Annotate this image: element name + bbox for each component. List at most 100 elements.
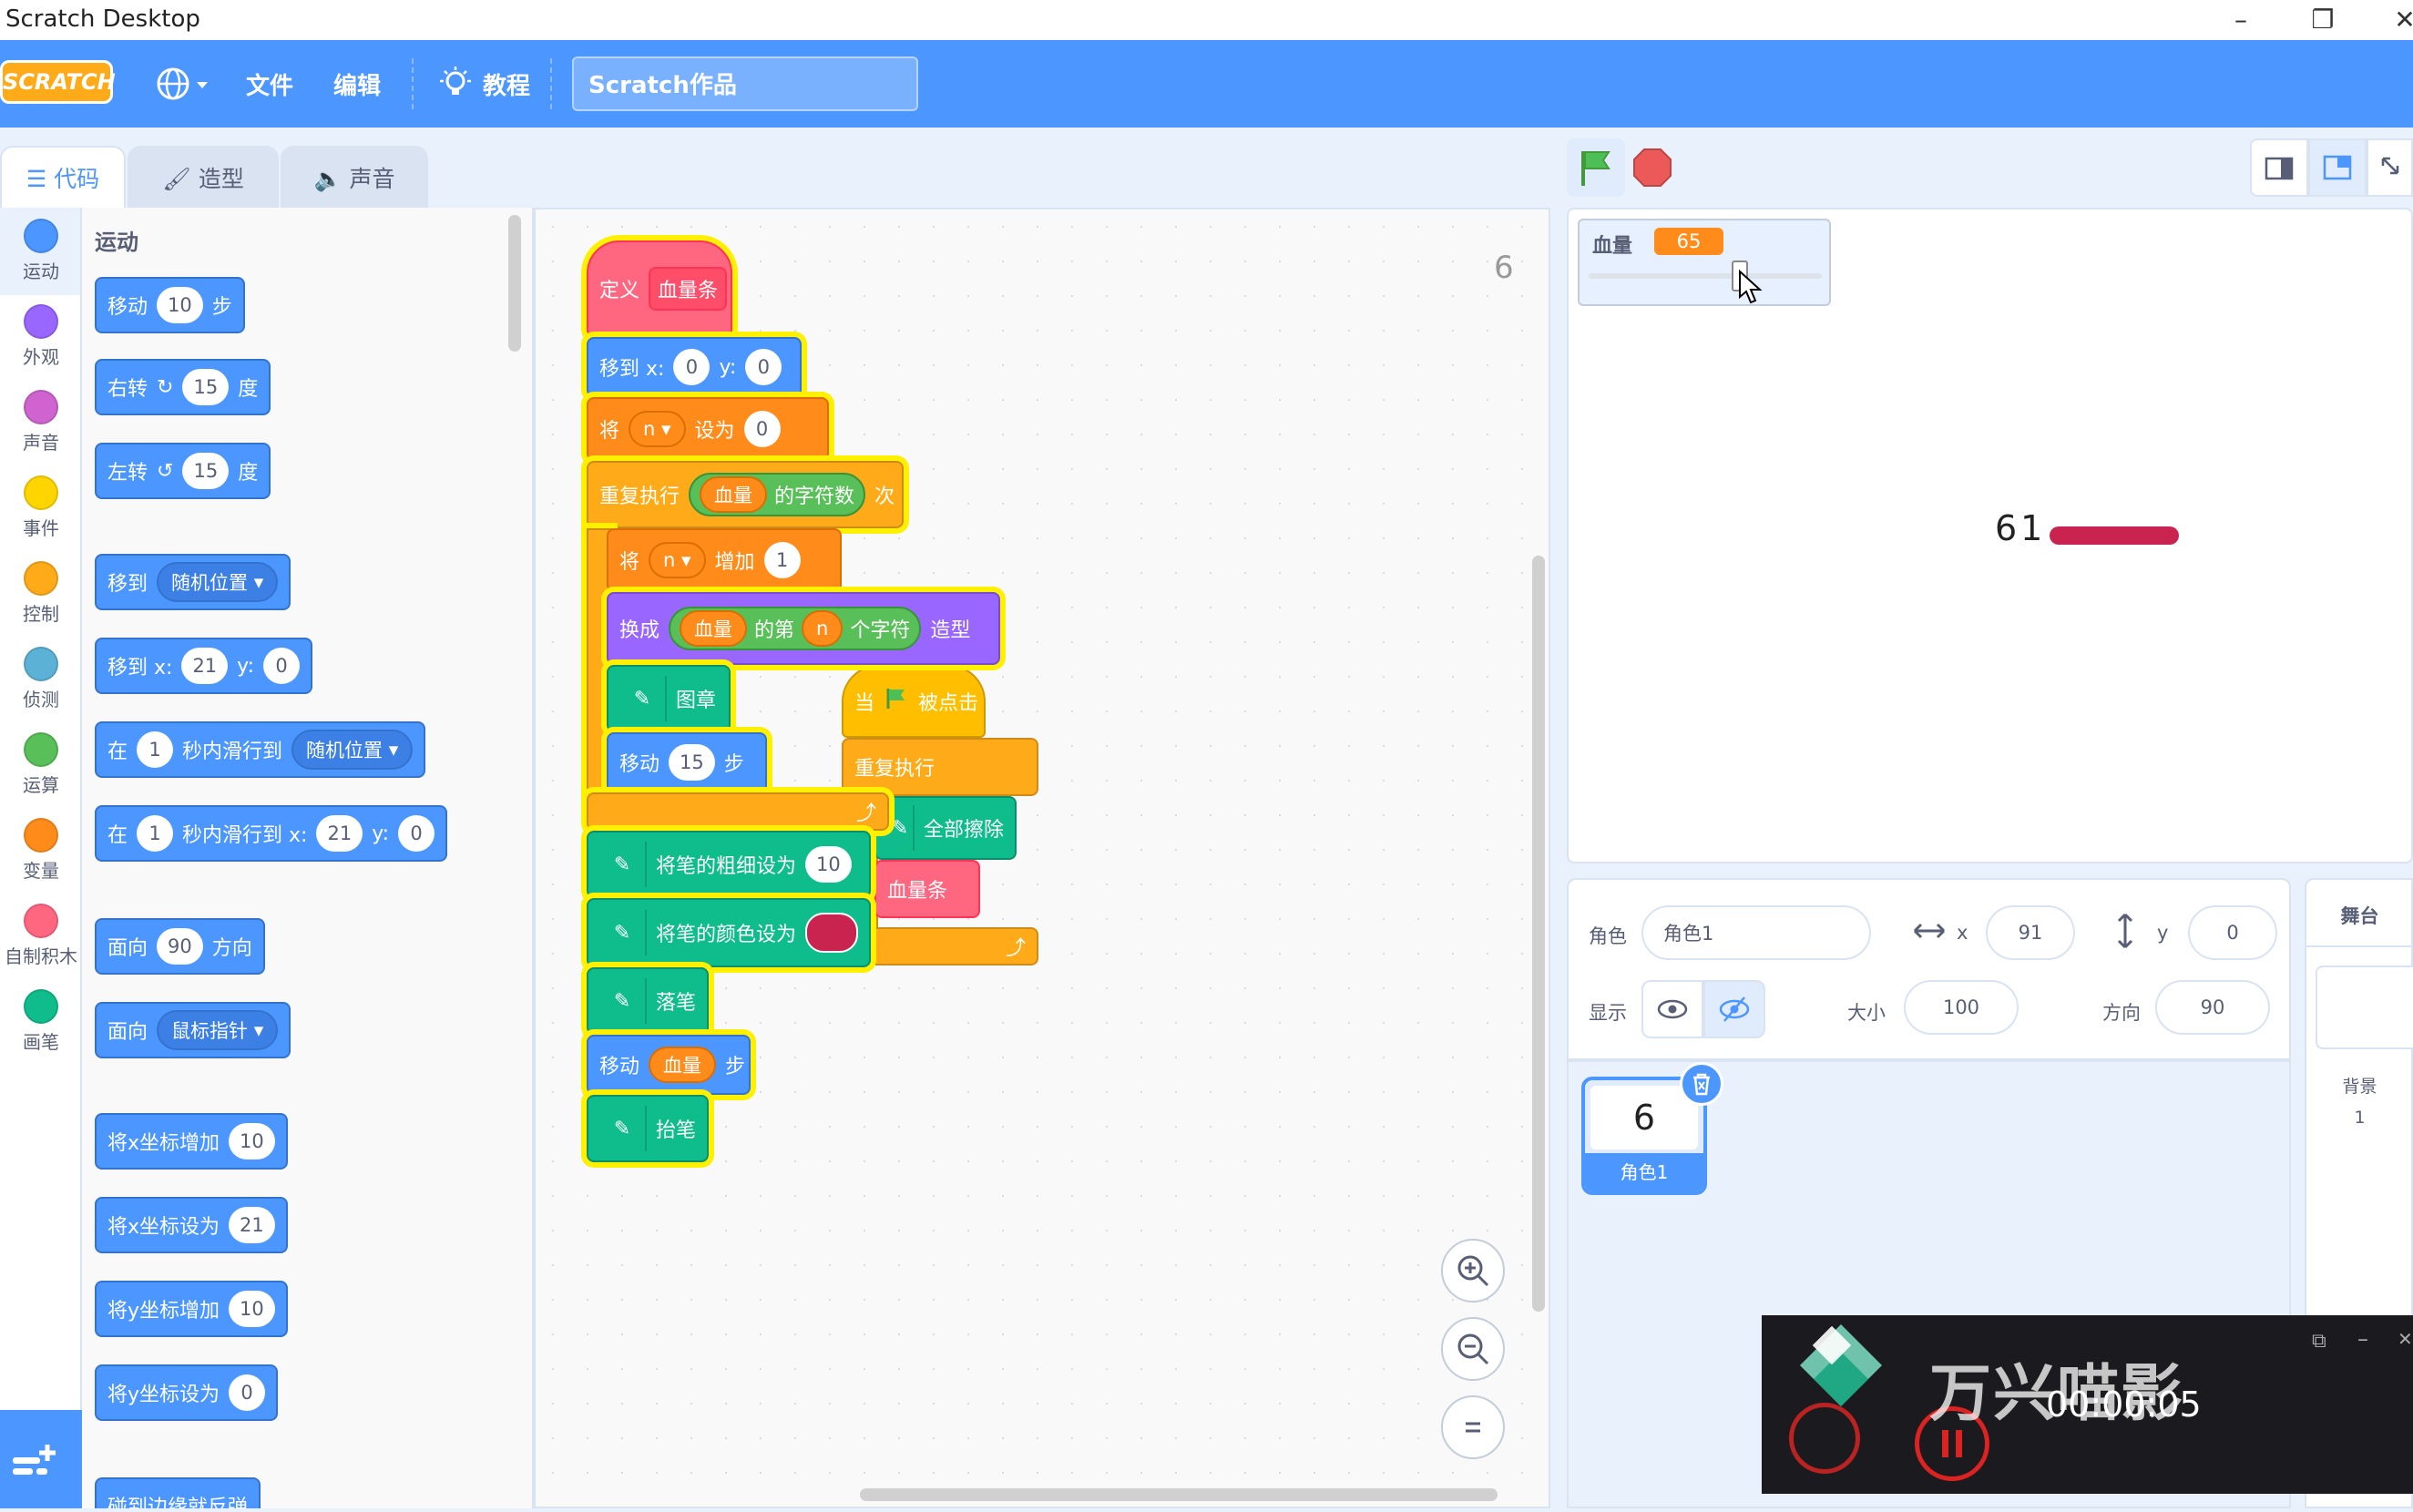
project-title-input[interactable]: Scratch作品 — [572, 56, 918, 111]
repeat-block[interactable]: 重复执行 血量 的字符数 次 — [587, 461, 904, 528]
block-input[interactable]: 1 — [137, 731, 174, 768]
workspace-vertical-scrollbar[interactable] — [1532, 556, 1545, 1312]
close-button[interactable]: ✕ — [2377, 4, 2413, 36]
small-stage-button[interactable] — [2250, 138, 2308, 197]
block-input[interactable]: 1 — [137, 815, 174, 852]
pen-down-block[interactable]: ✎ 落笔 — [587, 967, 709, 1035]
direction-input[interactable]: 90 — [2155, 980, 2270, 1035]
variable-monitor[interactable]: 血量 65 — [1578, 219, 1831, 306]
block-set-y[interactable]: 将y坐标设为 0 — [95, 1364, 279, 1421]
variable-reporter[interactable]: 血量 — [680, 610, 748, 647]
letter-of-operator[interactable]: 血量 的第 n 个字符 — [669, 607, 922, 650]
set-variable-block[interactable]: 将 n ▾ 设为 0 — [587, 397, 829, 461]
file-menu[interactable]: 文件 — [246, 67, 293, 101]
pen-clear-block[interactable]: ✎ 全部擦除 — [874, 796, 1017, 860]
block-input[interactable]: 15 — [182, 453, 230, 489]
block-glide-xy[interactable]: 在 1 秒内滑行到 x: 21 y: 0 — [95, 805, 448, 862]
language-globe-icon[interactable] — [155, 64, 210, 107]
variable-dropdown[interactable]: n ▾ — [629, 411, 686, 447]
block-glide[interactable]: 在 1 秒内滑行到 随机位置 ▾ — [95, 721, 426, 778]
goto-xy-block[interactable]: 移到 x: 0 y: 0 — [587, 337, 802, 397]
change-variable-block[interactable]: 将 n ▾ 增加 1 — [607, 528, 842, 592]
block-input[interactable]: 0 — [229, 1374, 266, 1411]
show-sprite-button[interactable] — [1641, 980, 1703, 1038]
code-workspace[interactable]: 6 当 被点击 重复执行 ✎ 全部擦除 血量条 ⤴ 定义 血量条 移到 x: 0… — [534, 208, 1550, 1508]
move-steps-block[interactable]: 移动 15 步 — [607, 732, 767, 792]
recorder-close-icon[interactable]: ✕ — [2398, 1328, 2413, 1350]
block-move-steps[interactable]: 移动 10 步 — [95, 277, 245, 333]
block-change-x[interactable]: 将x坐标增加 10 — [95, 1113, 288, 1170]
sprite-name-input[interactable]: 角色1 — [1641, 905, 1871, 960]
tutorials-menu[interactable]: 教程 — [483, 67, 530, 101]
zoom-in-button[interactable] — [1441, 1239, 1505, 1303]
block-input[interactable]: 10 — [805, 846, 852, 883]
block-input[interactable]: 21 — [316, 815, 363, 852]
stage-canvas[interactable]: 血量 65 61 — [1567, 208, 2413, 863]
block-goto-xy[interactable]: 移到 x: 21 y: 0 — [95, 638, 313, 694]
tab-costumes[interactable]: 🖌 造型 — [128, 146, 279, 209]
move-variable-steps-block[interactable]: 移动 血量 步 — [587, 1035, 751, 1095]
category-item[interactable]: 侦测 — [0, 647, 82, 711]
category-item[interactable]: 运动 — [0, 219, 82, 283]
stamp-block[interactable]: ✎ 图章 — [607, 665, 731, 732]
category-item[interactable]: 运算 — [0, 732, 82, 797]
backdrop-thumbnail[interactable] — [2316, 965, 2413, 1049]
tab-sounds[interactable]: 🔈 声音 — [281, 146, 428, 209]
zoom-reset-button[interactable] — [1441, 1395, 1505, 1459]
zoom-out-button[interactable] — [1441, 1317, 1505, 1381]
category-item[interactable]: 控制 — [0, 561, 82, 626]
switch-costume-block[interactable]: 换成 血量 的第 n 个字符 造型 — [607, 592, 1000, 665]
block-turn-right[interactable]: 右转 ↻ 15 度 — [95, 359, 271, 415]
block-input[interactable]: 15 — [669, 744, 715, 781]
tab-code[interactable]: ☰ 代码 — [0, 146, 126, 209]
size-input[interactable]: 100 — [1904, 980, 2019, 1035]
block-change-y[interactable]: 将y坐标增加 10 — [95, 1281, 288, 1337]
pen-up-block[interactable]: ✎ 抬笔 — [587, 1095, 709, 1162]
category-item[interactable]: 变量 — [0, 818, 82, 883]
block-input[interactable]: 0 — [673, 349, 711, 385]
monitor-slider-track[interactable] — [1589, 273, 1822, 279]
block-input[interactable]: 0 — [398, 815, 435, 852]
block-input[interactable]: 21 — [181, 648, 229, 684]
block-input[interactable]: 0 — [745, 349, 782, 385]
define-hat-block[interactable]: 定义 血量条 — [587, 240, 732, 337]
block-input[interactable]: 0 — [743, 411, 781, 447]
block-dropdown[interactable]: 随机位置 ▾ — [291, 730, 414, 770]
fullscreen-button[interactable] — [2367, 138, 2413, 197]
x-input[interactable]: 91 — [1986, 905, 2075, 960]
category-item[interactable]: 画笔 — [0, 989, 82, 1054]
block-point-direction[interactable]: 面向 90 方向 — [95, 918, 265, 975]
record-button[interactable] — [1789, 1403, 1860, 1474]
hide-sprite-button[interactable] — [1703, 980, 1765, 1038]
popout-icon[interactable]: ⧉ — [2312, 1330, 2326, 1353]
category-item[interactable]: 自制积木 — [0, 904, 82, 968]
block-dropdown[interactable]: 随机位置 ▾ — [157, 562, 279, 602]
pen-color-swatch[interactable] — [805, 913, 858, 953]
workspace-horizontal-scrollbar[interactable] — [860, 1488, 1498, 1501]
large-stage-button[interactable] — [2308, 138, 2367, 197]
block-input[interactable]: 1 — [763, 542, 801, 578]
block-input[interactable]: 90 — [157, 928, 203, 965]
recorder-minimize-icon[interactable]: – — [2357, 1326, 2368, 1352]
block-bounce[interactable]: 碰到边缘就反弹 — [95, 1477, 261, 1508]
stop-button[interactable] — [1632, 148, 1672, 191]
block-input[interactable]: 0 — [263, 648, 301, 684]
minimize-button[interactable]: – — [2214, 4, 2268, 36]
edit-menu[interactable]: 编辑 — [333, 67, 381, 101]
scratch-logo[interactable]: SCRATCH — [0, 60, 116, 104]
y-input[interactable]: 0 — [2188, 905, 2277, 960]
palette-scrollbar[interactable] — [508, 215, 521, 352]
block-dropdown[interactable]: 鼠标指针 ▾ — [157, 1010, 279, 1050]
variable-dropdown[interactable]: n ▾ — [649, 542, 706, 578]
when-flag-clicked-hat[interactable]: 当 被点击 — [842, 665, 986, 738]
length-of-operator[interactable]: 血量 的字符数 — [689, 473, 866, 516]
restore-button[interactable]: ❐ — [2295, 4, 2350, 36]
category-item[interactable]: 事件 — [0, 475, 82, 540]
block-input[interactable]: 10 — [157, 287, 203, 323]
set-pen-size-block[interactable]: ✎ 将笔的粗细设为 10 — [587, 831, 871, 898]
block-input[interactable]: 10 — [229, 1291, 275, 1327]
forever-block[interactable]: 重复执行 — [842, 738, 1038, 796]
variable-reporter[interactable]: 血量 — [649, 1047, 717, 1083]
variable-reporter[interactable]: 血量 — [700, 476, 768, 513]
green-flag-button[interactable] — [1567, 138, 1625, 197]
